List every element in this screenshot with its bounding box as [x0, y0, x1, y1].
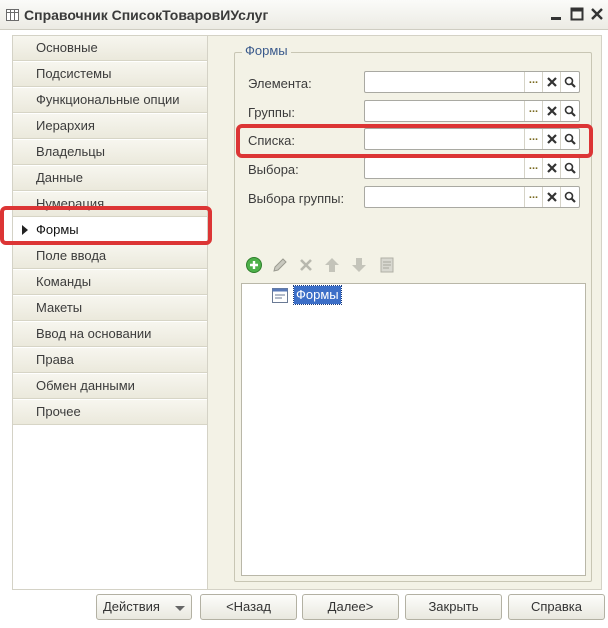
forms-tree[interactable]: [241, 283, 586, 576]
close-button[interactable]: Закрыть: [405, 594, 502, 620]
list-icon[interactable]: [378, 256, 396, 274]
nav-item-input-field[interactable]: Поле ввода: [13, 244, 207, 269]
select-button[interactable]: ...: [524, 72, 542, 92]
highlight-list-form: [236, 124, 593, 158]
select-button[interactable]: ...: [524, 158, 542, 178]
nav-item-templates[interactable]: Макеты: [13, 296, 207, 321]
nav-item-owners[interactable]: Владельцы: [13, 140, 207, 165]
nav-item-rights[interactable]: Права: [13, 348, 207, 373]
clear-icon[interactable]: [542, 158, 560, 178]
minimize-icon[interactable]: [549, 7, 563, 21]
group-form-label: Группы:: [248, 105, 295, 120]
actions-button[interactable]: Действия: [96, 594, 192, 620]
nav-item-commands[interactable]: Команды: [13, 270, 207, 295]
search-icon[interactable]: [560, 187, 578, 207]
choice-form-field: ...: [364, 157, 580, 179]
form-icon: [272, 288, 288, 303]
highlight-forms-nav: [0, 206, 212, 245]
nav-item-main[interactable]: Основные: [13, 36, 207, 61]
clear-icon[interactable]: [542, 101, 560, 121]
section-nav: Основные Подсистемы Функциональные опции…: [12, 35, 210, 590]
title-bar: Справочник СписокТоваровИУслуг: [0, 0, 608, 30]
clear-icon[interactable]: [542, 72, 560, 92]
move-up-icon[interactable]: [323, 256, 341, 274]
select-button[interactable]: ...: [524, 187, 542, 207]
nav-item-other[interactable]: Прочее: [13, 400, 207, 425]
nav-item-subsystems[interactable]: Подсистемы: [13, 62, 207, 87]
nav-item-hierarchy[interactable]: Иерархия: [13, 114, 207, 139]
choice-form-label: Выбора:: [248, 162, 299, 177]
move-down-icon[interactable]: [350, 256, 368, 274]
edit-icon[interactable]: [271, 256, 289, 274]
nav-item-data-exchange[interactable]: Обмен данными: [13, 374, 207, 399]
group-choice-form-label: Выбора группы:: [248, 191, 345, 206]
catalog-icon: [6, 9, 19, 21]
tree-item-forms[interactable]: Формы: [293, 285, 342, 305]
choice-form-input[interactable]: [365, 158, 525, 178]
element-form-input[interactable]: [365, 72, 525, 92]
group-choice-form-input[interactable]: [365, 187, 525, 207]
select-button[interactable]: ...: [524, 101, 542, 121]
window-title: Справочник СписокТоваровИУслуг: [24, 7, 269, 23]
help-button[interactable]: Справка: [508, 594, 605, 620]
nav-item-data[interactable]: Данные: [13, 166, 207, 191]
search-icon[interactable]: [560, 72, 578, 92]
clear-icon[interactable]: [542, 187, 560, 207]
back-button[interactable]: <Назад: [200, 594, 297, 620]
nav-item-functional-options[interactable]: Функциональные опции: [13, 88, 207, 113]
element-form-field: ...: [364, 71, 580, 93]
delete-icon[interactable]: [297, 256, 315, 274]
nav-item-input-on-basis[interactable]: Ввод на основании: [13, 322, 207, 347]
close-icon[interactable]: [590, 7, 604, 21]
maximize-icon[interactable]: [570, 7, 584, 21]
search-icon[interactable]: [560, 101, 578, 121]
chevron-down-icon: [175, 606, 185, 611]
add-icon[interactable]: [245, 256, 263, 274]
element-form-label: Элемента:: [248, 76, 312, 91]
search-icon[interactable]: [560, 158, 578, 178]
forms-group-title: Формы: [242, 43, 291, 58]
group-form-input[interactable]: [365, 101, 525, 121]
group-choice-form-field: ...: [364, 186, 580, 208]
group-form-field: ...: [364, 100, 580, 122]
next-button[interactable]: Далее>: [302, 594, 399, 620]
